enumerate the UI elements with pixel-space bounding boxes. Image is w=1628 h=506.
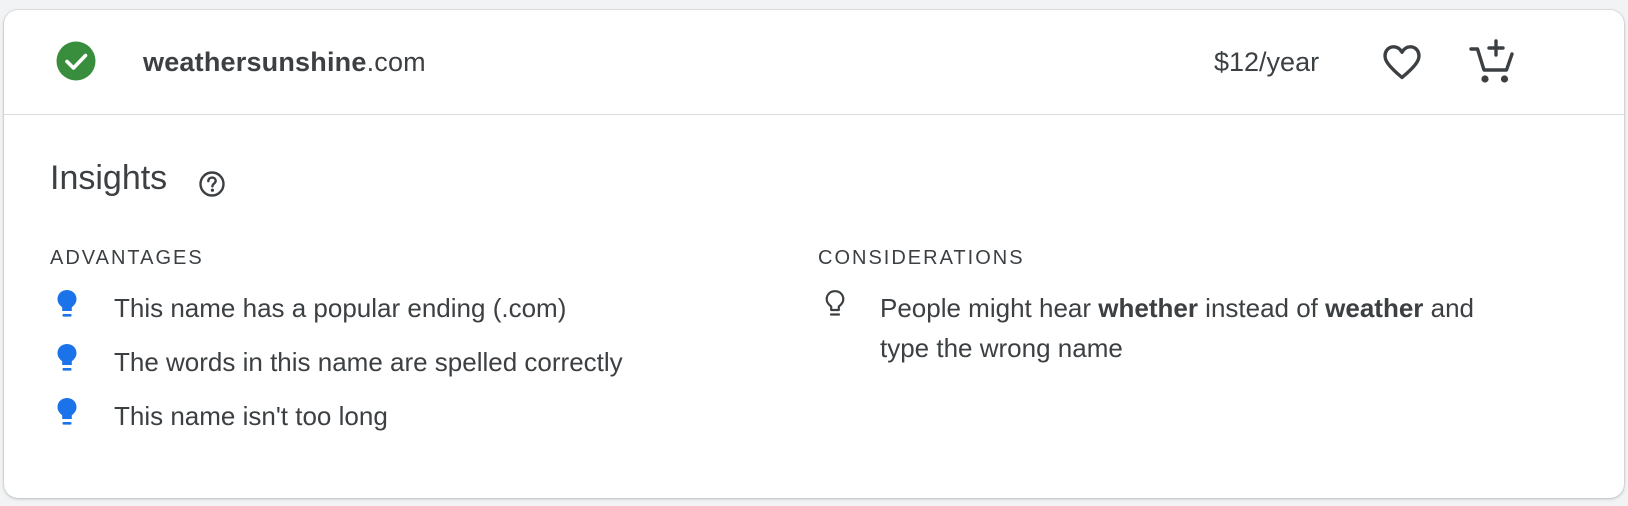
consideration-line-1: People might hear whether instead of wea… bbox=[880, 288, 1600, 328]
lightbulb-filled-icon bbox=[57, 344, 77, 371]
domain-tld: .com bbox=[366, 47, 426, 77]
domain-header-row: weathersunshine.com $12/year bbox=[4, 10, 1624, 115]
consideration-bold-word: whether bbox=[1098, 293, 1198, 323]
advantage-text: This name isn't too long bbox=[114, 401, 388, 431]
considerations-label: CONSIDERATIONS bbox=[818, 247, 1025, 269]
consideration-bold-word: weather bbox=[1325, 293, 1424, 323]
advantage-item: This name isn't too long bbox=[50, 396, 770, 436]
consideration-text: People might hear whether instead of wea… bbox=[880, 288, 1600, 368]
consideration-item: People might hear whether instead of wea… bbox=[818, 288, 1598, 368]
add-to-cart-icon[interactable] bbox=[1468, 38, 1516, 86]
advantage-text: The words in this name are spelled corre… bbox=[114, 347, 623, 377]
advantages-label: ADVANTAGES bbox=[50, 247, 204, 269]
lightbulb-filled-icon bbox=[57, 290, 77, 317]
consideration-text-part: People might hear bbox=[880, 293, 1099, 323]
advantage-text: This name has a popular ending (.com) bbox=[114, 293, 567, 323]
advantage-item: This name has a popular ending (.com) bbox=[50, 288, 770, 328]
lightbulb-filled-icon bbox=[57, 398, 77, 425]
domain-result-card: weathersunshine.com $12/year Insights AD… bbox=[4, 10, 1624, 498]
heart-icon[interactable] bbox=[1378, 38, 1426, 86]
check-circle-icon bbox=[56, 41, 96, 81]
help-circle-icon[interactable] bbox=[198, 170, 226, 198]
consideration-text-part: and bbox=[1423, 293, 1475, 323]
lightbulb-outline-icon bbox=[825, 290, 845, 316]
domain-sld: weathersunshine bbox=[143, 47, 367, 77]
advantage-item: The words in this name are spelled corre… bbox=[50, 342, 770, 382]
insights-title: Insights bbox=[50, 159, 168, 197]
consideration-line-2: type the wrong name bbox=[880, 333, 1123, 363]
domain-name: weathersunshine.com bbox=[143, 46, 426, 78]
consideration-text-part: instead of bbox=[1197, 293, 1326, 323]
domain-price: $12/year bbox=[1214, 47, 1320, 77]
